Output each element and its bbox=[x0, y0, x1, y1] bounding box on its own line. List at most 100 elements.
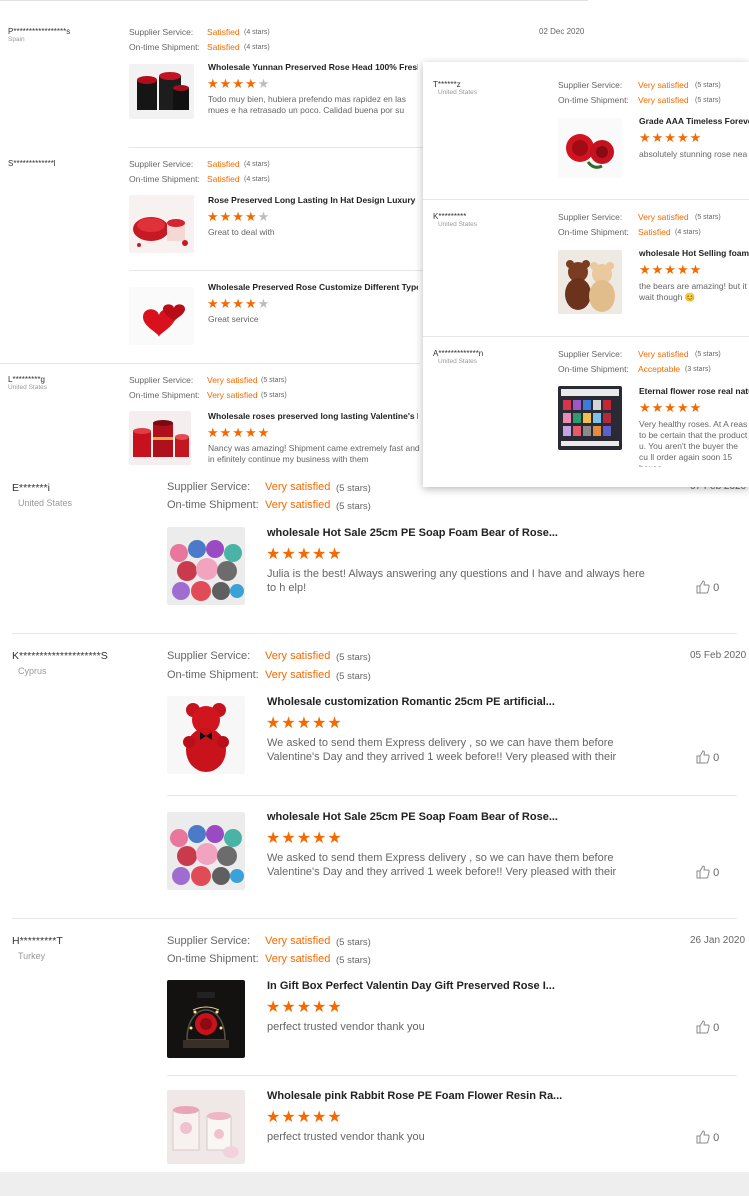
supplier-service-label: Supplier Service: bbox=[129, 159, 194, 169]
review-text: We asked to send them Express delivery ,… bbox=[267, 852, 617, 878]
reviewer-name: S*************l bbox=[8, 159, 56, 168]
supplier-service-stars: (4 stars) bbox=[244, 161, 270, 168]
review-text: perfect trusted vendor thank you bbox=[267, 1131, 425, 1143]
reviewer-info: A*************n United States bbox=[433, 349, 483, 365]
thumbs-up-icon bbox=[696, 750, 710, 764]
product-title[interactable]: Wholesale Yunnan Preserved Rose Head 100… bbox=[208, 62, 418, 72]
rating-stars: ★★★★★ bbox=[266, 1109, 343, 1126]
product-title[interactable]: Wholesale Preserved Rose Customize Diffe… bbox=[208, 282, 418, 292]
reviewer-name: L*********g bbox=[8, 375, 45, 384]
rating-stars: ★★★★★ bbox=[207, 296, 271, 311]
reviewer-name: T******z bbox=[433, 80, 461, 89]
like-button[interactable]: 0 bbox=[696, 580, 719, 594]
ontime-shipment-value: Very satisfied bbox=[265, 499, 331, 511]
supplier-service-label: Supplier Service: bbox=[129, 375, 194, 385]
rating-stars: ★★★★★ bbox=[207, 209, 271, 224]
review-item: H*********T Turkey Supplier Service: Ver… bbox=[0, 927, 749, 1172]
supplier-service-label: Supplier Service: bbox=[167, 650, 251, 662]
like-button[interactable]: 0 bbox=[696, 865, 719, 879]
reviewer-name: H*********T bbox=[12, 935, 63, 947]
product-title[interactable]: wholesale Hot Sale 25cm PE Soap Foam Bea… bbox=[267, 811, 647, 823]
divider bbox=[0, 363, 420, 364]
product-thumbnail[interactable] bbox=[558, 118, 622, 178]
product-thumbnail[interactable] bbox=[558, 386, 622, 450]
supplier-service-stars: (5 stars) bbox=[695, 214, 721, 221]
ontime-shipment-stars: (3 stars) bbox=[685, 366, 711, 373]
product-title[interactable]: wholesale Hot Sale 25cm PE Soap Foam Bea… bbox=[267, 527, 647, 539]
review-item: A*************n United States Supplier S… bbox=[423, 339, 749, 487]
product-title[interactable]: Grade AAA Timeless Forever bbox=[639, 116, 749, 126]
product-thumbnail[interactable] bbox=[167, 980, 245, 1058]
product-title[interactable]: Eternal flower rose real natur bbox=[639, 386, 749, 396]
product-thumbnail[interactable] bbox=[129, 64, 194, 119]
review-item: E*******i United States Supplier Service… bbox=[0, 472, 749, 632]
review-text: absolutely stunning rose nea bbox=[639, 149, 748, 159]
ontime-shipment-stars: (4 stars) bbox=[244, 44, 270, 51]
supplier-service-value: Very satisfied bbox=[265, 650, 331, 662]
review-item: T******z United States Supplier Service:… bbox=[423, 62, 749, 197]
product-thumbnail[interactable] bbox=[167, 696, 245, 774]
ontime-shipment-value: Very satisfied bbox=[207, 390, 258, 400]
ontime-shipment-label: On-time Shipment: bbox=[167, 953, 259, 965]
like-button[interactable]: 0 bbox=[696, 1020, 719, 1034]
rating-stars: ★★★★★ bbox=[266, 715, 343, 732]
supplier-service-value: Very satisfied bbox=[638, 80, 689, 90]
product-thumbnail[interactable] bbox=[167, 1090, 245, 1164]
product-thumbnail[interactable] bbox=[167, 812, 245, 890]
supplier-service-value: Very satisfied bbox=[638, 212, 689, 222]
supplier-service-value: Very satisfied bbox=[638, 349, 689, 359]
product-thumbnail[interactable] bbox=[129, 287, 194, 345]
ontime-shipment-value: Satisfied bbox=[207, 174, 240, 184]
supplier-service-label: Supplier Service: bbox=[558, 80, 623, 90]
like-count: 0 bbox=[713, 867, 720, 879]
product-thumbnail[interactable] bbox=[167, 527, 245, 605]
divider bbox=[167, 795, 737, 796]
supplier-service-label: Supplier Service: bbox=[558, 212, 623, 222]
supplier-service-stars: (4 stars) bbox=[244, 29, 270, 36]
page-footer-strip bbox=[0, 1172, 749, 1196]
reviewer-country: Turkey bbox=[18, 951, 46, 961]
ontime-shipment-stars: (4 stars) bbox=[244, 176, 270, 183]
product-title[interactable]: wholesale Hot Selling foam b bbox=[639, 248, 749, 258]
review-text: Julia is the best! Always answering any … bbox=[267, 568, 645, 594]
thumbs-up-icon bbox=[696, 1020, 710, 1034]
product-thumbnail[interactable] bbox=[129, 411, 191, 465]
reviewer-info: P*****************s Spain bbox=[8, 27, 70, 43]
ontime-shipment-value: Satisfied bbox=[638, 227, 671, 237]
ontime-shipment-stars: (5 stars) bbox=[336, 501, 371, 512]
reviewer-country: Spain bbox=[8, 36, 25, 43]
reviewer-info: K********* United States bbox=[433, 212, 477, 228]
reviewer-name: A*************n bbox=[433, 349, 484, 358]
like-count: 0 bbox=[713, 1022, 720, 1034]
product-title[interactable]: In Gift Box Perfect Valentin Day Gift Pr… bbox=[267, 980, 647, 992]
product-title[interactable]: Wholesale roses preserved long lasting V… bbox=[208, 411, 418, 421]
ontime-shipment-stars: (5 stars) bbox=[336, 955, 371, 966]
ontime-shipment-value: Very satisfied bbox=[265, 953, 331, 965]
supplier-service-label: Supplier Service: bbox=[167, 935, 251, 947]
ontime-shipment-stars: (5 stars) bbox=[261, 392, 287, 399]
review-text: perfect trusted vendor thank you bbox=[267, 1021, 425, 1033]
supplier-service-value: Satisfied bbox=[207, 159, 240, 169]
product-thumbnail[interactable] bbox=[129, 195, 194, 253]
product-thumbnail[interactable] bbox=[558, 250, 622, 314]
ontime-shipment-label: On-time Shipment: bbox=[558, 364, 629, 374]
ontime-shipment-label: On-time Shipment: bbox=[558, 95, 629, 105]
review-item: K********* United States Supplier Servic… bbox=[423, 202, 749, 337]
rating-stars: ★★★★★ bbox=[639, 400, 703, 415]
product-title[interactable]: Wholesale customization Romantic 25cm PE… bbox=[267, 696, 647, 708]
reviewer-country: United States bbox=[438, 221, 478, 228]
like-button[interactable]: 0 bbox=[696, 750, 719, 764]
reviewer-info: T******z United States bbox=[433, 80, 477, 96]
reviews-panel-c: E*******i United States Supplier Service… bbox=[0, 472, 749, 1172]
product-title[interactable]: Rose Preserved Long Lasting In Hat Desig… bbox=[208, 195, 418, 205]
review-text: Great service bbox=[208, 314, 259, 324]
supplier-service-value: Satisfied bbox=[207, 27, 240, 37]
reviewer-info: H*********T Turkey bbox=[12, 935, 63, 961]
product-title[interactable]: Wholesale pink Rabbit Rose PE Foam Flowe… bbox=[267, 1090, 647, 1102]
review-text: Great to deal with bbox=[208, 227, 275, 237]
reviewer-info: K********************S Cyprus bbox=[12, 650, 108, 676]
supplier-service-stars: (5 stars) bbox=[336, 652, 371, 663]
supplier-service-value: Very satisfied bbox=[207, 375, 258, 385]
rating-stars: ★★★★★ bbox=[639, 262, 703, 277]
like-button[interactable]: 0 bbox=[696, 1130, 719, 1144]
